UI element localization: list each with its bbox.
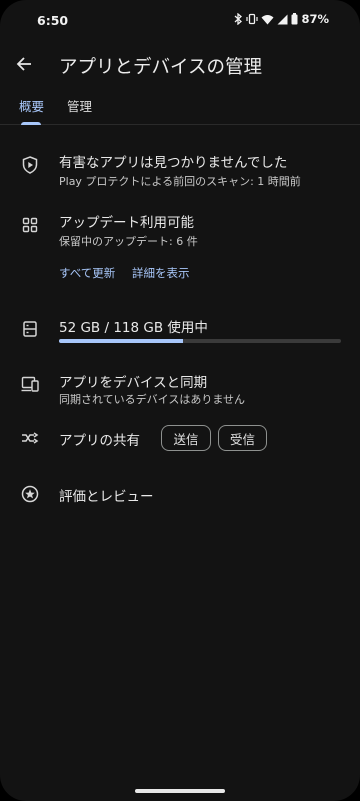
update-all-link[interactable]: すべて更新	[59, 265, 115, 281]
storage-progress-fill	[59, 339, 184, 343]
battery-percent: 87%	[301, 12, 329, 26]
play-protect-icon	[20, 155, 40, 175]
back-button[interactable]	[12, 52, 36, 76]
tab-overview[interactable]: 概要	[19, 96, 44, 115]
storage-icon	[20, 319, 40, 339]
vibrate-icon	[246, 13, 259, 25]
status-bar: 6:50 87%	[0, 0, 360, 38]
see-details-link[interactable]: 詳細を表示	[132, 265, 190, 281]
receive-button-label: 受信	[229, 431, 255, 447]
tab-manage[interactable]: 管理	[67, 96, 92, 115]
app-bar: アプリとデバイスの管理	[0, 44, 360, 88]
sync-subtitle: 同期されているデバイスはありません	[59, 393, 246, 406]
updates-subtitle: 保留中のアップデート: 6 件	[59, 235, 198, 248]
home-indicator[interactable]	[135, 789, 225, 793]
bluetooth-icon	[233, 13, 243, 25]
sync-title[interactable]: アプリをデバイスと同期	[59, 371, 207, 391]
share-title: アプリの共有	[59, 433, 140, 449]
status-time: 6:50	[37, 13, 69, 28]
signal-icon	[277, 14, 288, 25]
storage-label[interactable]: 52 GB / 118 GB 使用中	[59, 316, 208, 336]
status-icons: 87%	[233, 12, 329, 26]
storage-progress-bar	[59, 339, 341, 343]
play-protect-title[interactable]: 有害なアプリは見つかりませんでした	[59, 151, 287, 171]
receive-button[interactable]: 受信	[218, 425, 267, 451]
star-circle-icon	[20, 484, 40, 504]
arrow-back-icon	[16, 57, 31, 71]
battery-icon	[291, 13, 298, 25]
send-button-label: 送信	[173, 431, 199, 447]
tab-indicator	[21, 122, 41, 125]
page-title: アプリとデバイスの管理	[59, 57, 262, 78]
ratings-title[interactable]: 評価とレビュー	[59, 485, 154, 505]
play-protect-subtitle: Play プロテクトによる前回のスキャン: 1 時間前	[59, 175, 301, 188]
apps-grid-icon	[20, 215, 40, 235]
phone-screen: 6:50 87% アプリとデバイスの管理 概要 管理 有害なアプリは見つかりませ…	[0, 0, 360, 801]
device-sync-icon	[20, 374, 40, 394]
share-apps-icon	[20, 428, 40, 448]
wifi-icon	[261, 14, 274, 25]
updates-title[interactable]: アップデート利用可能	[59, 211, 194, 231]
tab-bar: 概要 管理	[0, 94, 360, 125]
send-button[interactable]: 送信	[161, 425, 211, 451]
